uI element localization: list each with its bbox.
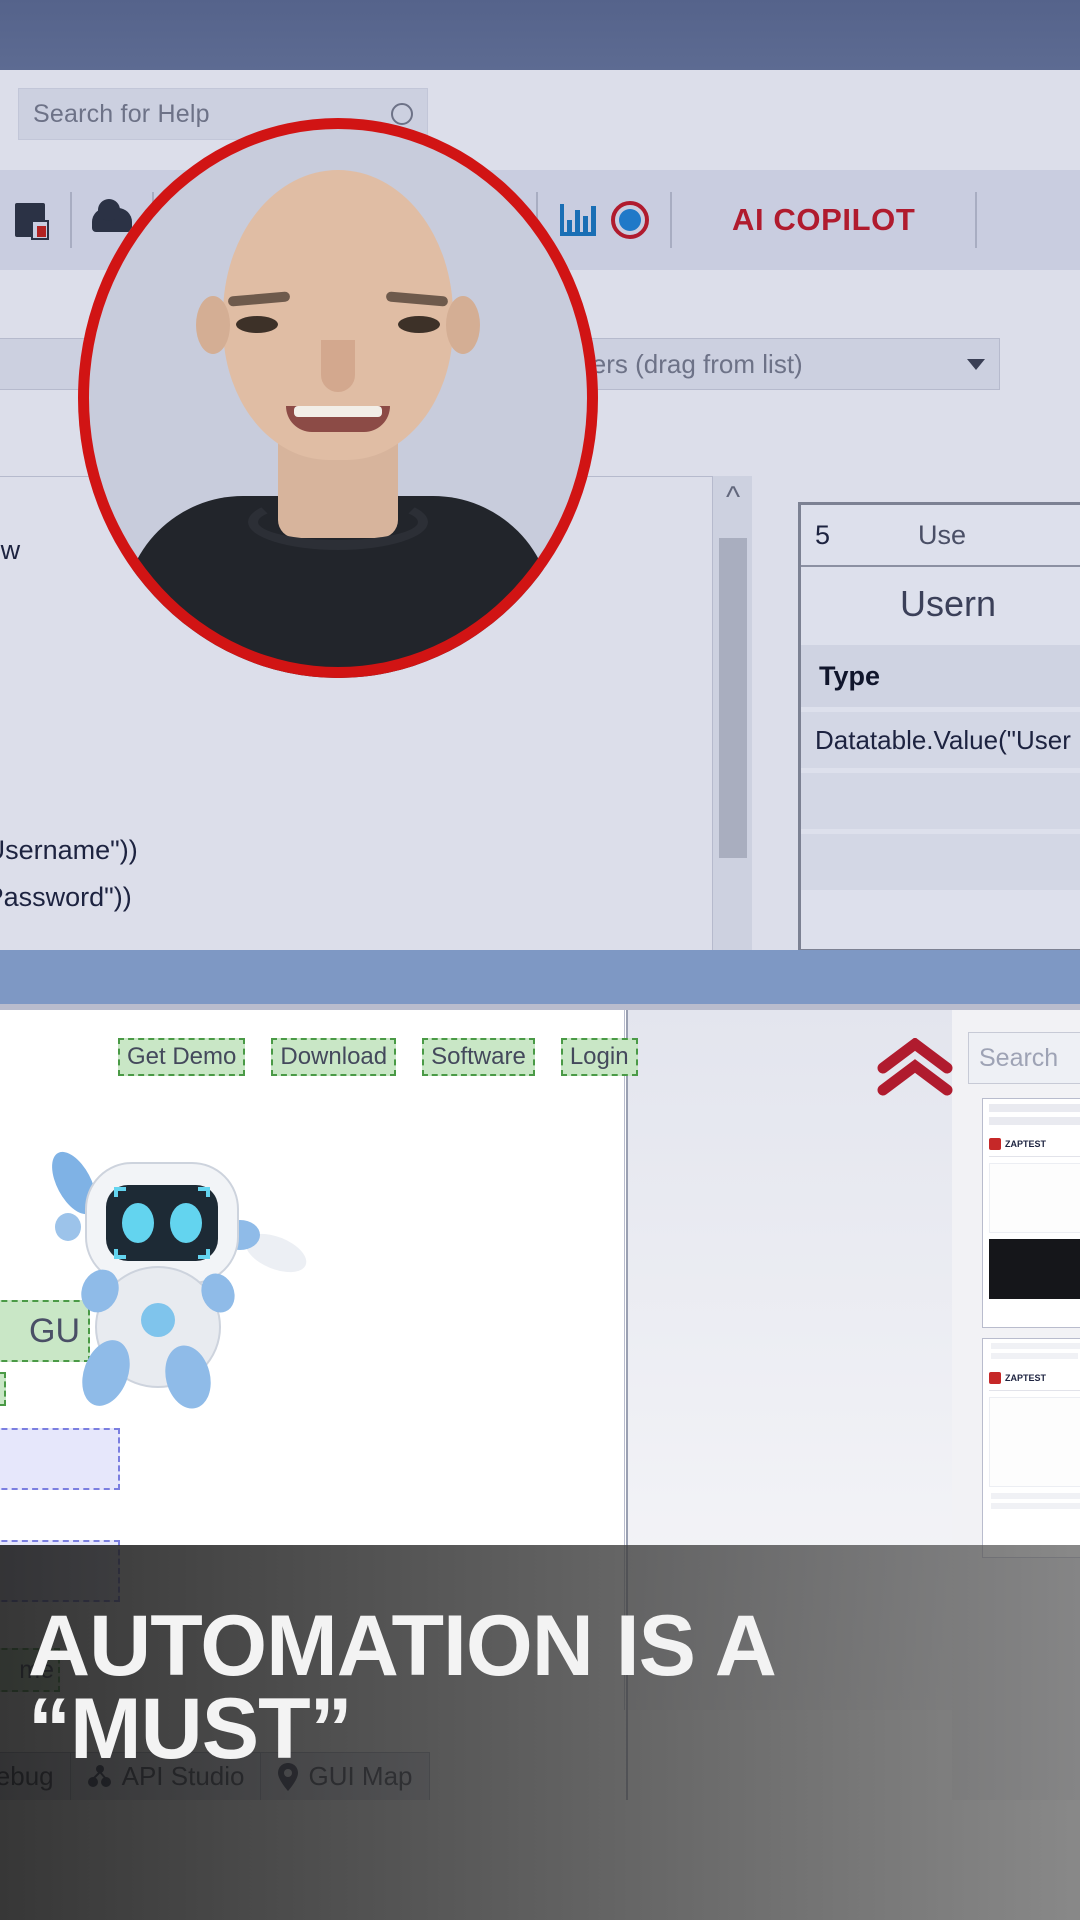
- form-field-username-highlight[interactable]: [0, 1428, 120, 1490]
- top-strip-inner: [0, 0, 1080, 70]
- brand-name: ZAPTEST: [1005, 1138, 1047, 1149]
- grid-title: Usern: [899, 583, 997, 624]
- nav-link-software[interactable]: Software: [422, 1038, 535, 1076]
- portrait-eye-left: [236, 316, 278, 333]
- parameters-grid-panel: 5 Use Usern Type Datatable.Value("User: [790, 476, 1080, 970]
- scroll-up-icon[interactable]: ^: [713, 476, 753, 520]
- robot-mascot-icon: [28, 1115, 328, 1415]
- grid-column-header: Type: [801, 645, 1080, 707]
- portrait-collar: [248, 494, 428, 550]
- browser-search-input[interactable]: Search: [968, 1032, 1080, 1084]
- toolbar-divider: [975, 192, 978, 248]
- record-circle-icon[interactable]: [604, 194, 656, 246]
- code-line-selected[interactable]: Value("Username")): [0, 827, 138, 874]
- grid-cell-empty[interactable]: [801, 773, 1080, 829]
- caption-text: AUTOMATION IS A “MUST”: [28, 1603, 1058, 1777]
- table-row[interactable]: 5 Use: [801, 505, 1080, 567]
- portrait-ear-left: [196, 296, 230, 354]
- thumb-brand: ZAPTEST: [989, 1131, 1080, 1157]
- portrait-eye-right: [398, 316, 440, 333]
- highlighted-element-small[interactable]: [0, 1372, 6, 1406]
- nav-link-get-demo[interactable]: Get Demo: [118, 1038, 246, 1076]
- code-selection-block: Value("Username")) Value("Password")): [0, 827, 138, 921]
- section-divider-blue: [0, 950, 1080, 1004]
- parameters-grid[interactable]: 5 Use Usern Type Datatable.Value("User: [798, 502, 1080, 952]
- thumb-line: [991, 1493, 1080, 1499]
- toolbar-divider: [670, 192, 672, 248]
- grid-cell-value[interactable]: Datatable.Value("User: [801, 712, 1080, 768]
- thumb-preview: [989, 1397, 1080, 1487]
- thumb-line: [989, 1117, 1080, 1125]
- editor-scrollbar[interactable]: ^ ⌄: [712, 476, 752, 970]
- portrait-ear-right: [446, 296, 480, 354]
- thumb-video-frame: [989, 1239, 1080, 1299]
- chevron-down-icon: [967, 358, 985, 370]
- code-line[interactable]: Value("Password")): [0, 874, 138, 921]
- grid-cell-empty[interactable]: [801, 834, 1080, 890]
- thumbnail-card-video[interactable]: ZAPTEST: [982, 1098, 1080, 1328]
- thumb-line: [991, 1353, 1078, 1359]
- double-chevron-up-icon[interactable]: [875, 1037, 955, 1098]
- thumb-brand: ZAPTEST: [989, 1365, 1080, 1391]
- caption-line-2: “MUST”: [28, 1680, 353, 1777]
- nav-link-login[interactable]: Login: [560, 1038, 638, 1076]
- ai-copilot-button[interactable]: AI COPILOT: [732, 202, 915, 238]
- top-blue-strip: [0, 0, 1080, 70]
- portrait-teeth: [294, 406, 382, 417]
- thumbnail-card-page[interactable]: ZAPTEST: [982, 1338, 1080, 1558]
- thumb-line: [991, 1343, 1080, 1349]
- thumb-line: [991, 1503, 1080, 1509]
- code-top-lines: ue("Brow: [0, 527, 20, 574]
- scrollbar-thumb[interactable]: [719, 538, 747, 858]
- brand-mark-icon: [989, 1137, 1001, 1150]
- thumb-preview: [989, 1163, 1080, 1233]
- presenter-portrait: [78, 118, 598, 678]
- browser-search-placeholder: Search: [979, 1043, 1059, 1072]
- row-label: Use: [918, 519, 967, 550]
- row-number: 5: [815, 519, 831, 550]
- toolbar-divider: [70, 192, 72, 248]
- caption-line-1: AUTOMATION IS A: [28, 1598, 777, 1694]
- portrait-nose: [321, 340, 355, 392]
- thumb-line: [989, 1104, 1080, 1112]
- report-icon[interactable]: [4, 194, 56, 246]
- brand-mark-icon: [989, 1371, 1001, 1384]
- nav-link-download[interactable]: Download: [271, 1038, 397, 1076]
- brand-name: ZAPTEST: [1005, 1372, 1047, 1383]
- site-nav-links: Get Demo Download Software Login: [118, 1038, 638, 1076]
- code-line: ue("Brow: [0, 535, 21, 565]
